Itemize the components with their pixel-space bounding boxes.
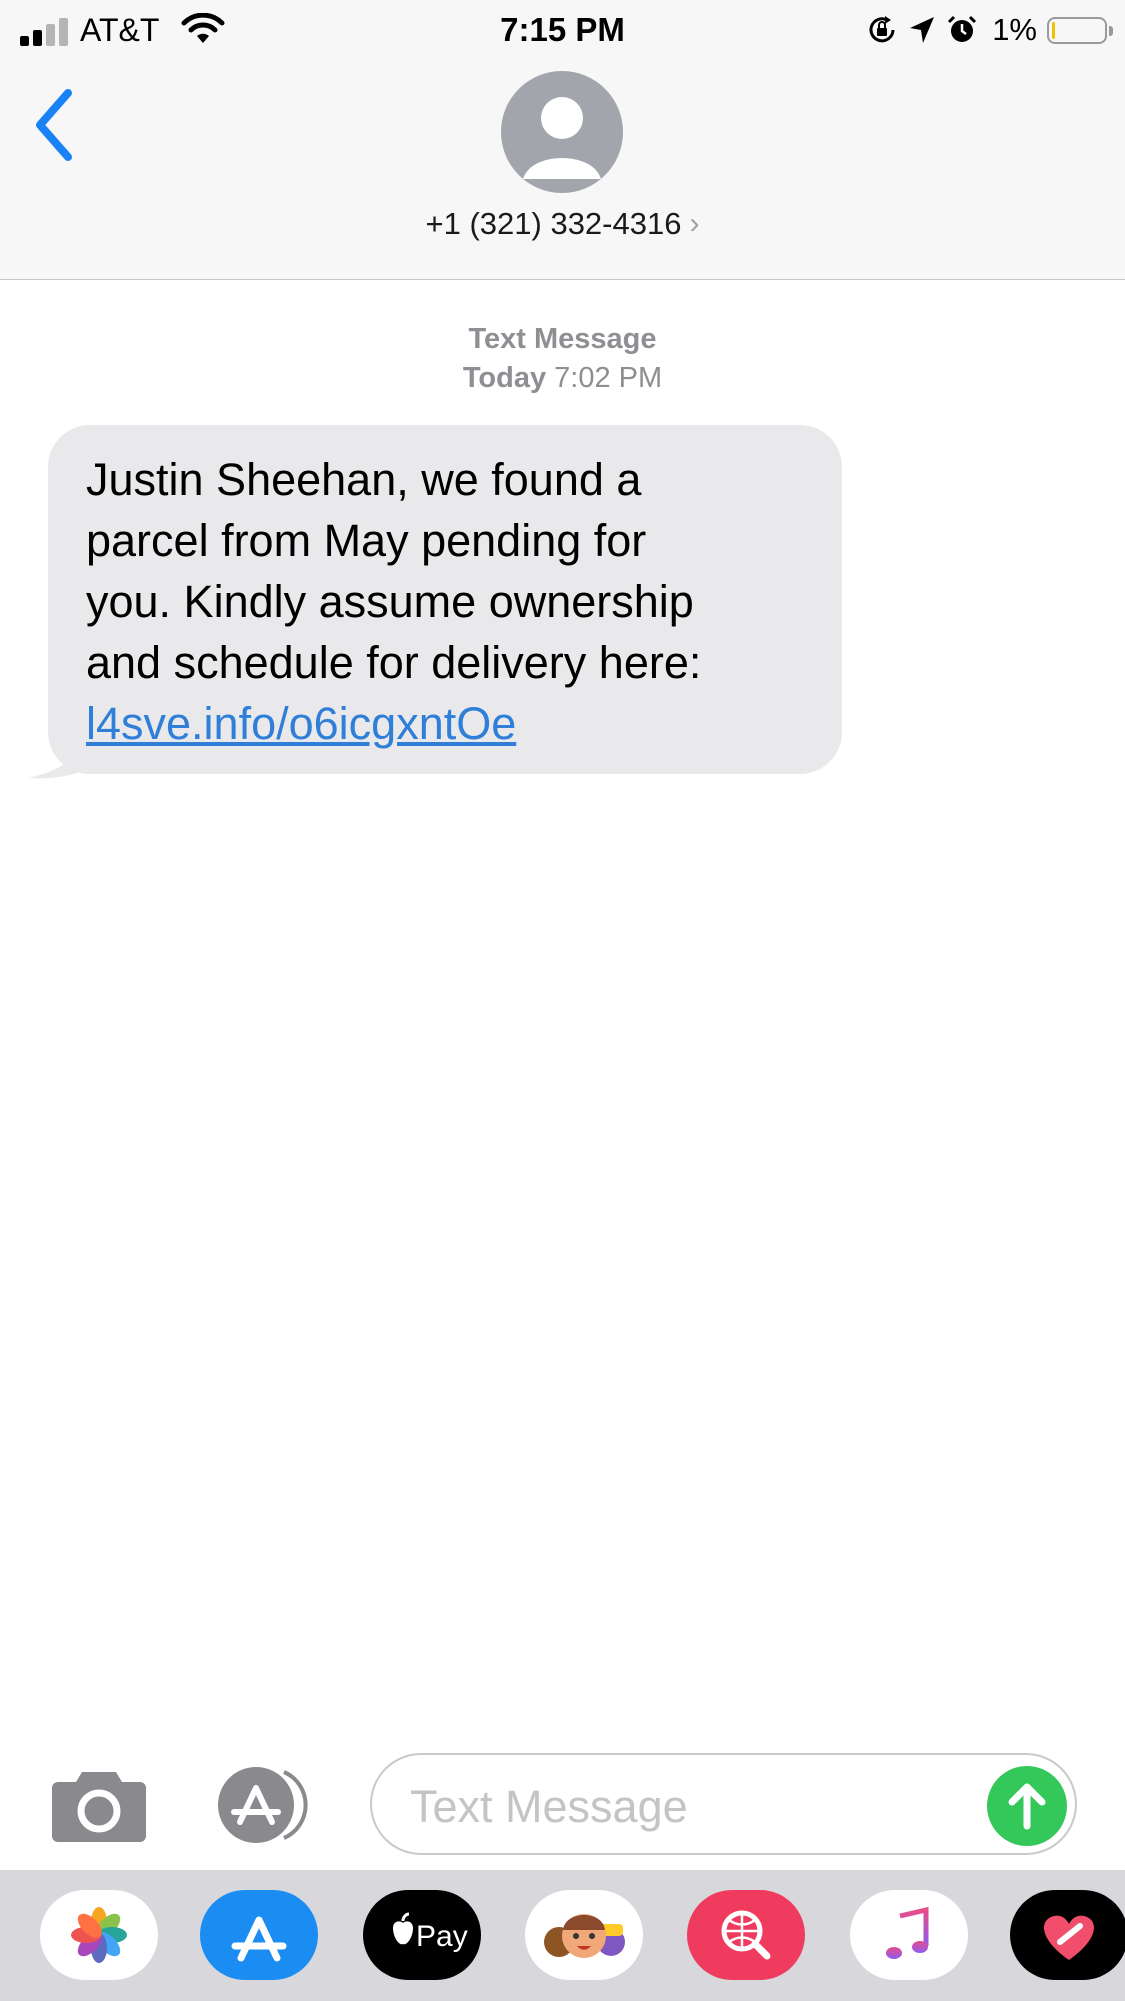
apps-button[interactable] [210,1766,320,1844]
timestamp-day: Today [462,362,547,394]
person-icon [523,97,601,179]
message-text-line: parcel from May pending for [86,515,647,566]
battery-icon [1047,16,1113,44]
music-icon [886,1906,929,1959]
status-icons: 1% [866,11,1113,49]
message-timestamp: Text Message Today 7:02 PM [0,320,1125,398]
app-drawer: Pay [0,1870,1125,2001]
camera-button[interactable] [52,1768,146,1842]
status-bar: AT&T 7:15 PM 1% [0,0,1125,60]
message-text-line: you. Kindly assume ownership [86,576,694,627]
digital-touch-icon [1044,1915,1094,1960]
contact-avatar[interactable] [501,71,623,193]
contact-name: +1 (321) 332-4316 [425,206,682,241]
app-web-search[interactable] [687,1890,805,1980]
alarm-icon [948,15,977,42]
conversation-header: +1 (321) 332-4316 › [0,60,1125,280]
app-digital-touch[interactable] [1010,1890,1125,1980]
message-input[interactable]: Text Message [370,1753,1077,1855]
apple-pay-icon: Pay [393,1912,468,1953]
message-placeholder: Text Message [410,1781,688,1832]
incoming-message-bubble[interactable]: Justin Sheehan, we found a parcel from M… [48,425,842,774]
contact-details-button[interactable]: +1 (321) 332-4316 › [0,206,1125,242]
app-apple-pay[interactable]: Pay [363,1890,481,1980]
message-text-line: Justin Sheehan, we found a [86,454,642,505]
app-store-icon [218,1767,308,1843]
camera-icon [52,1772,146,1842]
memoji-icon [544,1914,625,1958]
send-button[interactable] [987,1766,1067,1846]
timestamp-time: 7:02 PM [554,362,663,394]
web-search-icon [721,1910,771,1960]
apple-pay-label: Pay [416,1920,468,1953]
app-store[interactable] [200,1890,318,1980]
chevron-left-icon [36,89,72,161]
send-arrow-icon [1008,1783,1046,1830]
message-link[interactable]: l4sve.info/o6icgxntOe [86,693,804,754]
location-arrow-icon [910,17,935,43]
service-label: Text Message [468,323,657,355]
chevron-right-icon: › [689,207,700,240]
app-photos[interactable] [40,1890,158,1980]
photos-icon [71,1907,127,1963]
message-text-line: and schedule for delivery here: [86,637,702,688]
back-button[interactable] [28,85,78,165]
battery-level-fill [1052,21,1055,39]
app-music[interactable] [850,1890,968,1980]
app-store-icon [231,1916,287,1962]
orientation-lock-icon [869,16,895,43]
app-memoji[interactable] [525,1890,643,1980]
battery-percent: 1% [992,12,1037,47]
